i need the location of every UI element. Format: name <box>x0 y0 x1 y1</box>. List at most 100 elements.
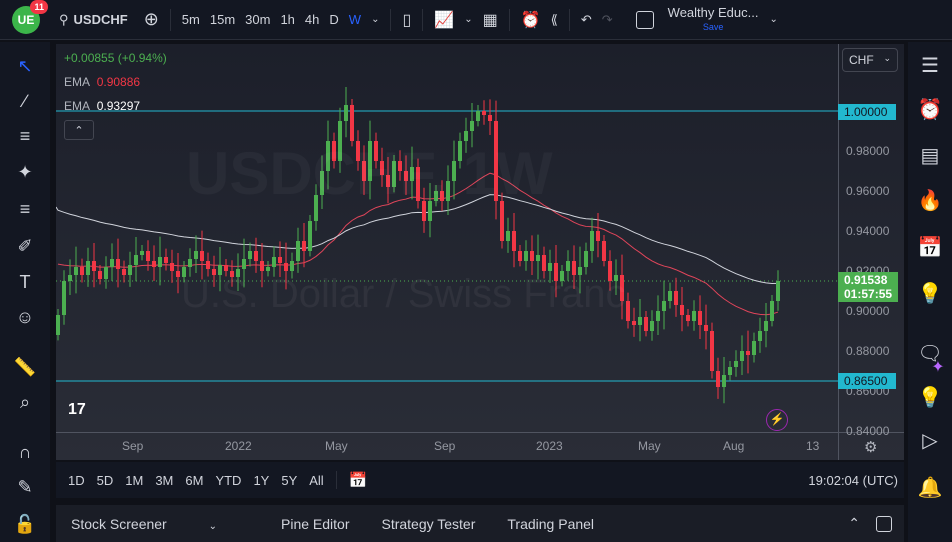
candle-body <box>266 267 270 271</box>
candle-body <box>248 251 252 259</box>
add-list-icon[interactable]: ▤ <box>916 142 944 170</box>
save-button[interactable]: Save <box>703 20 724 34</box>
price-tick-label: 0.84000 <box>846 424 890 438</box>
range-1M[interactable]: 1M <box>125 473 143 488</box>
candle-body <box>692 311 696 321</box>
calendar-icon[interactable]: 📅 <box>916 234 944 262</box>
lock-drawings-icon[interactable]: ✎ <box>13 475 37 499</box>
notifications-bell-icon[interactable]: 🔔 <box>916 474 944 502</box>
candle-body <box>134 255 138 265</box>
candle-body <box>686 315 690 321</box>
play-broadcast-icon[interactable]: ▷ <box>916 427 944 455</box>
interval-5m[interactable]: 5m <box>177 12 205 27</box>
watermark-subtitle: U.S. Dollar / Swiss Franc <box>181 272 626 316</box>
price-chart[interactable] <box>56 44 904 460</box>
time-tick-label: May <box>638 439 661 453</box>
sparkle-icon[interactable]: ✦ <box>924 354 952 382</box>
tab-stock-screener[interactable]: Stock Screener ⌄ <box>71 516 249 532</box>
replay-icon[interactable]: ⟪ <box>546 12 563 28</box>
ema-slow-legend[interactable]: EMA 0.93297 <box>64 99 140 113</box>
range-1Y[interactable]: 1Y <box>253 473 269 488</box>
ema-slow-value: 0.93297 <box>96 99 141 113</box>
candle-body <box>146 251 150 261</box>
chevron-down-icon[interactable]: ⌄ <box>459 14 477 25</box>
brush-icon[interactable]: ✐ <box>13 234 37 258</box>
ema-fast-legend[interactable]: EMA 0.90886 <box>64 75 140 89</box>
range-5Y[interactable]: 5Y <box>281 473 297 488</box>
tab-pine-editor[interactable]: Pine Editor <box>281 516 349 532</box>
layout-menu[interactable]: Wealthy Educ... Save <box>668 5 759 34</box>
chevron-down-icon[interactable]: ⌄ <box>366 14 384 25</box>
alarm-clock-icon[interactable]: ⏰ <box>916 96 944 124</box>
collapse-legend-button[interactable]: ⌃ <box>64 120 94 140</box>
candle-body <box>764 321 768 331</box>
clock-readout[interactable]: 19:02:04 (UTC) <box>808 473 898 488</box>
candle-body <box>488 115 492 121</box>
interval-4h[interactable]: 4h <box>300 12 324 27</box>
notification-badge: 11 <box>30 0 48 14</box>
chart-pane[interactable]: USDCHF, 1W U.S. Dollar / Swiss Franc +0.… <box>56 44 904 460</box>
undo-icon[interactable]: ↶ <box>576 12 597 28</box>
cursor-icon[interactable]: ↖ <box>13 54 37 78</box>
ideas-bulb-icon[interactable]: 💡 <box>916 280 944 308</box>
range-6M[interactable]: 6M <box>185 473 203 488</box>
candle-body <box>728 367 732 375</box>
candle-body <box>530 251 534 261</box>
candle-body <box>56 315 60 335</box>
interval-30m[interactable]: 30m <box>240 12 275 27</box>
settings-gear-icon[interactable]: ⚙ <box>864 438 877 456</box>
magnet-icon[interactable]: ∩ <box>13 440 37 464</box>
time-tick-label: May <box>325 439 348 453</box>
chevron-down-icon[interactable]: ⌄ <box>764 14 782 25</box>
streams-icon[interactable]: 💡 <box>916 384 944 412</box>
pattern-icon[interactable]: ✦ <box>13 160 37 184</box>
hotlists-fire-icon[interactable]: 🔥 <box>916 187 944 215</box>
trend-line-icon[interactable]: ∕ <box>13 89 37 113</box>
symbol-search[interactable]: USDCHF <box>74 12 133 27</box>
fib-icon[interactable]: ≡ <box>13 124 37 148</box>
candle-body <box>506 231 510 241</box>
fullscreen-icon[interactable] <box>635 10 654 29</box>
tab-trading-panel[interactable]: Trading Panel <box>507 516 594 532</box>
time-tick-label: 2022 <box>225 439 252 453</box>
expand-panel-icon[interactable]: ⌃ <box>848 515 860 532</box>
candle-body <box>722 375 726 387</box>
compare-add-icon[interactable]: ⊕ <box>139 9 164 30</box>
candle-body <box>302 241 306 251</box>
redo-icon[interactable]: ↷ <box>597 12 618 28</box>
candle-body <box>278 257 282 263</box>
interval-D[interactable]: D <box>324 12 343 27</box>
emoji-icon[interactable]: ☺ <box>13 305 37 329</box>
right-sidebar: ☰ ⏰ ▤ 🔥 📅 💡 🗨 ✦ 💡 ▷ 🔔 <box>908 42 952 542</box>
candle-body <box>194 251 198 259</box>
user-avatar[interactable]: UE 11 <box>12 0 48 34</box>
ruler-icon[interactable]: 📏 <box>13 355 37 379</box>
layout-grid-icon[interactable]: ▦ <box>478 10 503 30</box>
range-5D[interactable]: 5D <box>97 473 114 488</box>
maximize-panel-icon[interactable] <box>876 515 892 532</box>
candles-icon[interactable]: ▯ <box>397 10 416 30</box>
zoom-icon[interactable]: ⌕ <box>13 390 37 414</box>
text-icon[interactable]: T <box>13 270 37 294</box>
interval-1h[interactable]: 1h <box>275 12 299 27</box>
tab-strategy-tester[interactable]: Strategy Tester <box>381 516 475 532</box>
interval-W[interactable]: W <box>344 12 366 27</box>
watchlist-icon[interactable]: ☰ <box>916 52 944 80</box>
search-icon[interactable]: ⚲ <box>54 12 74 28</box>
unlock-icon[interactable]: 🔓 <box>13 512 37 536</box>
lightning-icon[interactable]: ⚡ <box>766 409 788 431</box>
currency-select[interactable]: CHF ⌄ <box>842 48 898 72</box>
range-YTD[interactable]: YTD <box>215 473 241 488</box>
range-3M[interactable]: 3M <box>155 473 173 488</box>
interval-15m[interactable]: 15m <box>205 12 240 27</box>
range-1D[interactable]: 1D <box>68 473 85 488</box>
price-tick-label: 0.98000 <box>846 144 890 158</box>
goto-date-icon[interactable]: 📅 <box>335 471 367 489</box>
indicators-icon[interactable]: 📈 <box>429 10 459 30</box>
alert-clock-icon[interactable]: ⏰ <box>516 10 546 30</box>
candle-body <box>524 251 528 261</box>
candle-body <box>176 271 180 277</box>
projection-icon[interactable]: ≡ <box>13 197 37 221</box>
tradingview-logo[interactable]: 17 <box>68 401 86 419</box>
range-All[interactable]: All <box>309 473 323 488</box>
